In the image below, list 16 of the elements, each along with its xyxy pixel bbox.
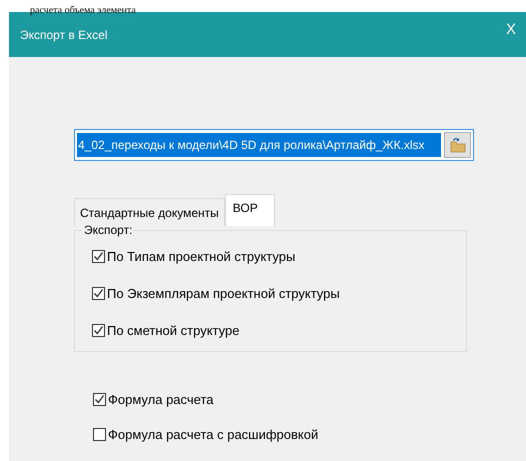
folder-icon <box>448 136 466 154</box>
checkbox[interactable] <box>92 250 105 263</box>
tab[interactable]: Стандартные документы <box>74 198 225 226</box>
checkbox[interactable] <box>93 393 106 406</box>
file-path-field[interactable]: 4_02_переходы к модели\4D 5D для ролика\Артлайф_ЖК.xlsx <box>74 129 474 161</box>
checkbox-label: По Экземплярам проектной структуры <box>107 286 340 301</box>
checkbox[interactable] <box>93 428 106 441</box>
checkbox[interactable] <box>92 287 105 300</box>
checkbox[interactable] <box>92 324 105 337</box>
checkbox-label: Формула расчета <box>108 392 214 407</box>
checkbox-label: Формула расчета с расшифровкой <box>108 427 318 442</box>
tab[interactable]: ВОР <box>224 194 275 226</box>
checkbox-label: По Типам проектной структуры <box>107 249 296 264</box>
group-legend: Экспорт: <box>82 223 134 237</box>
window-title: Экспорт в Excel <box>20 28 108 42</box>
checkbox-label: По сметной структуре <box>107 323 240 338</box>
